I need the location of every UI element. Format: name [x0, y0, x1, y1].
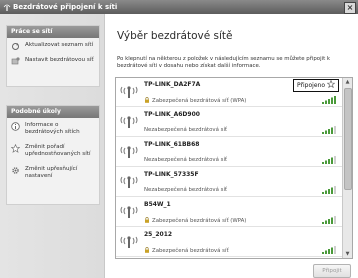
scroll-down-icon[interactable]: ▼ [344, 250, 351, 258]
network-security-label: Nezabezpečená bezdrátová síť [144, 157, 227, 163]
setup-network-icon [11, 57, 20, 65]
page-title: Výběr bezdrátové sítě [117, 30, 233, 42]
network-row[interactable]: TP-LINK_A6D900 Nezabezpečená bezdrátová … [116, 108, 342, 137]
setup-wireless-network-label: Nastavit bezdrátovou síť [25, 57, 94, 63]
wireless-icon [3, 4, 11, 11]
signal-strength-icon [322, 246, 336, 254]
network-security-text: Zabezpečená bezdrátová síť (WPA) [152, 98, 247, 104]
connect-button[interactable]: Připojit [313, 264, 351, 278]
scrollbar-thumb[interactable] [344, 88, 352, 190]
wireless-network-icon [120, 176, 138, 188]
wireless-info-task[interactable]: Informace o bezdrátových sítích [7, 118, 99, 140]
advanced-settings-task[interactable]: Změnit upřesňující nastavení [7, 162, 99, 184]
network-security-text: Zabezpečená bezdrátová síť (WPA) [152, 218, 247, 224]
change-network-order-label: Změnit pořadí upřednostňovaných sítí [25, 144, 91, 157]
lock-icon [145, 217, 149, 223]
network-name: TP-LINK_DA2F7A [144, 81, 201, 88]
network-security-text: Nezabezpečená bezdrátová síť [144, 157, 228, 163]
settings-icon [12, 167, 19, 174]
network-security-text: Nezabezpečená bezdrátová síť [144, 187, 228, 193]
wireless-info-label: Informace o bezdrátových sítích [25, 122, 80, 135]
connected-status-text: Připojeno [297, 82, 325, 89]
network-row[interactable]: B54W_1 Zabezpečená bezdrátová síť (WPA) [116, 198, 342, 227]
wireless-network-icon [120, 116, 138, 128]
network-name: B54W_1 [144, 201, 171, 208]
related-tasks-panel: Podobné úkoly Informace o bezdrátových s… [6, 105, 100, 205]
signal-strength-icon [322, 216, 336, 224]
network-security-label: Zabezpečená bezdrátová síť (WPA) [144, 97, 246, 104]
change-network-order-task[interactable]: Změnit pořadí upřednostňovaných sítí [7, 140, 99, 162]
close-icon: × [346, 3, 354, 12]
network-security-label: Zabezpečená bezdrátová síť [144, 247, 229, 254]
advanced-settings-label: Změnit upřesňující nastavení [25, 166, 78, 179]
network-list[interactable]: TP-LINK_DA2F7A Zabezpečená bezdrátová sí… [115, 77, 353, 259]
signal-strength-icon [322, 126, 336, 134]
network-security-label: Nezabezpečená bezdrátová síť [144, 127, 227, 133]
network-security-label: Zabezpečená bezdrátová síť (WPA) [144, 217, 246, 224]
close-button[interactable]: × [344, 2, 356, 14]
network-name: TP-LINK_57335F [144, 171, 199, 178]
signal-strength-icon [322, 156, 336, 164]
setup-wireless-network-task[interactable]: Nastavit bezdrátovou síť [7, 53, 99, 68]
main-content: Výběr bezdrátové sítě Po klepnutí na něk… [105, 14, 358, 278]
related-tasks-header: Podobné úkoly [7, 106, 99, 118]
network-security-text: Nezabezpečená bezdrátová síť [144, 127, 228, 133]
signal-strength-icon [322, 96, 336, 104]
network-row[interactable]: 25_2012 Zabezpečená bezdrátová síť [116, 228, 342, 257]
network-row[interactable]: TP-LINK_DA2F7A Zabezpečená bezdrátová sí… [116, 78, 342, 107]
star-icon [327, 80, 335, 88]
network-row[interactable]: TP-LINK_57335F Nezabezpečená bezdrátová … [116, 168, 342, 197]
network-security-label: Nezabezpečená bezdrátová síť [144, 187, 227, 193]
network-name: 25_2012 [144, 231, 173, 238]
window-title: Bezdrátové připojení k síti [13, 3, 118, 11]
title-bar: Bezdrátové připojení k síti × [0, 0, 358, 14]
refresh-network-list-task[interactable]: Aktualizovat seznam sítí [7, 38, 99, 53]
wireless-network-icon [120, 206, 138, 218]
wireless-network-icon [120, 146, 138, 158]
network-tasks-panel: Práce se sítí Aktualizovat seznam sítí N… [6, 25, 100, 87]
info-icon [11, 122, 20, 131]
lock-icon [145, 247, 149, 253]
scroll-up-icon[interactable]: ▲ [344, 78, 351, 86]
refresh-icon [12, 43, 19, 50]
network-row[interactable]: TP-LINK_61BB68 Nezabezpečená bezdrátová … [116, 138, 342, 167]
wireless-network-icon [120, 236, 138, 248]
page-description: Po klepnutí na některou z položek v násl… [117, 56, 331, 69]
sidebar: Práce se sítí Aktualizovat seznam sítí N… [0, 14, 105, 278]
scrollbar[interactable]: ▲ ▼ [342, 78, 352, 258]
connected-status-badge: Připojeno [293, 79, 339, 92]
network-tasks-header: Práce se sítí [7, 26, 99, 38]
wireless-network-window: Bezdrátové připojení k síti × Práce se s… [0, 0, 358, 278]
wireless-network-icon [120, 86, 138, 98]
network-name: TP-LINK_A6D900 [144, 111, 200, 118]
network-name: TP-LINK_61BB68 [144, 141, 200, 148]
signal-strength-icon [322, 186, 336, 194]
network-security-text: Zabezpečená bezdrátová síť [152, 248, 229, 254]
lock-icon [145, 97, 149, 103]
star-icon [11, 144, 20, 153]
refresh-network-list-label: Aktualizovat seznam sítí [25, 42, 94, 48]
